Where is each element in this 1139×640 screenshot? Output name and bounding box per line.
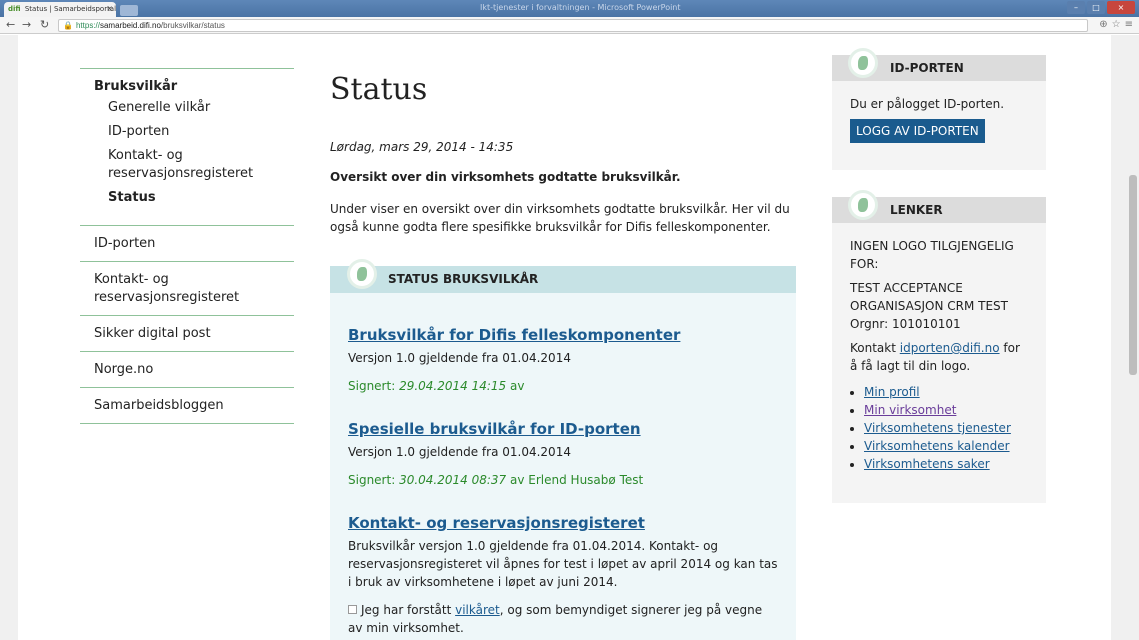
org-name: TEST ACCEPTANCE ORGANISASJON CRM TEST xyxy=(850,281,1008,313)
url-path: /bruksvilkar/status xyxy=(160,21,225,30)
url-host: samarbeid.difi.no xyxy=(99,21,161,30)
terms-link[interactable]: Bruksvilkår for Difis felleskomponenter xyxy=(348,326,778,344)
lock-icon: 🔒 xyxy=(63,21,73,30)
links-body: INGEN LOGO TILGJENGELIG FOR: TEST ACCEPT… xyxy=(832,223,1046,487)
nav-subitem[interactable]: Kontakt- og reservasjonsregisteret xyxy=(94,147,294,183)
browser-toolbar: ← → ↻ 🔒 https://samarbeid.difi.no/bruksvi… xyxy=(0,17,1139,34)
nav-group-bruksvilkar: Bruksvilkår Generelle vilkår ID-porten K… xyxy=(80,69,294,225)
nav-subitem[interactable]: Generelle vilkår xyxy=(94,99,294,117)
status-header: STATUS BRUKSVILKÅR xyxy=(330,259,796,293)
links-header: LENKER xyxy=(832,190,1046,223)
forward-arrow-icon[interactable]: → xyxy=(22,18,31,31)
browser-tab[interactable]: difi Status | Samarbeidsportale × xyxy=(4,2,116,17)
signed-date: 30.04.2014 08:37 xyxy=(399,473,507,487)
nav-subitem[interactable]: ID-porten xyxy=(94,123,294,141)
url-scheme: https:// xyxy=(75,21,100,30)
left-navigation: Bruksvilkår Generelle vilkår ID-porten K… xyxy=(80,68,294,424)
back-arrow-icon[interactable]: ← xyxy=(6,18,15,31)
signed-date: 29.04.2014 14:15 xyxy=(399,379,507,393)
accept-checkbox[interactable] xyxy=(348,605,357,614)
page-title: Status xyxy=(330,72,428,107)
scrollbar-thumb[interactable] xyxy=(1129,175,1137,375)
signed-label: Signert: xyxy=(348,379,396,393)
contact-text: Kontakt idporten@difi.no for å få lagt t… xyxy=(850,339,1028,375)
calendar-link[interactable]: Virksomhetens kalender xyxy=(864,439,1010,453)
divider xyxy=(80,423,294,424)
window-title: Ikt-tjenester i forvaltningen - Microsof… xyxy=(480,3,681,12)
new-tab-button[interactable] xyxy=(120,5,138,16)
window-titlebar: difi Status | Samarbeidsportale × Ikt-tj… xyxy=(0,0,1139,17)
difi-leaf-icon xyxy=(347,259,377,289)
window-controls: – □ × xyxy=(1067,1,1135,14)
tab-close-icon[interactable]: × xyxy=(106,4,113,13)
logout-button[interactable]: LOGG AV ID-PORTEN xyxy=(850,119,985,143)
nav-item[interactable]: Samarbeidsbloggen xyxy=(80,388,294,423)
links-panel: LENKER INGEN LOGO TILGJENGELIG FOR: TEST… xyxy=(832,190,1046,503)
links-list: Min profil Min virksomhet Virksomhetens … xyxy=(864,383,1028,473)
list-item: Min virksomhet xyxy=(864,401,1028,419)
terms-link[interactable]: Kontakt- og reservasjonsregisteret xyxy=(348,514,778,532)
terms-version: Versjon 1.0 gjeldende fra 01.04.2014 xyxy=(348,351,571,365)
organisation-link[interactable]: Min virksomhet xyxy=(864,403,956,417)
close-icon[interactable]: × xyxy=(1107,1,1135,14)
nav-item[interactable]: ID-porten xyxy=(80,226,294,261)
nav-subitem-active[interactable]: Status xyxy=(94,189,294,207)
lead-text: Oversikt over din virksomhets godtatte b… xyxy=(330,170,681,184)
toolbar-icons: ⊕ ☆ ≡ xyxy=(1099,19,1133,30)
intro-text: Under viser en oversikt over din virksom… xyxy=(330,202,790,234)
difi-favicon-icon: difi xyxy=(8,5,21,13)
accept-terms-line: Jeg har forstått vilkåret, og som bemynd… xyxy=(348,601,778,637)
signed-info: Signert: 29.04.2014 14:15 av xyxy=(348,379,778,393)
tab-title: Status | Samarbeidsportale xyxy=(24,5,116,13)
org-number: Orgnr: 101010101 xyxy=(850,317,961,331)
terms-version: Versjon 1.0 gjeldende fra 01.04.2014 xyxy=(348,445,571,459)
nav-item[interactable]: Norge.no xyxy=(80,352,294,387)
contact-pre: Kontakt xyxy=(850,341,900,355)
maximize-icon[interactable]: □ xyxy=(1087,1,1105,14)
signed-by: av xyxy=(510,379,525,393)
list-item: Min profil xyxy=(864,383,1028,401)
list-item: Virksomhetens tjenester xyxy=(864,419,1028,437)
organisation-name: TEST ACCEPTANCE ORGANISASJON CRM TEST Org… xyxy=(850,279,1028,333)
minimize-icon[interactable]: – xyxy=(1067,1,1085,14)
idporten-heading: ID-PORTEN xyxy=(890,61,964,75)
status-heading: STATUS BRUKSVILKÅR xyxy=(388,272,539,286)
scrollbar[interactable] xyxy=(1127,35,1139,640)
reload-icon[interactable]: ↻ xyxy=(40,18,49,31)
profile-link[interactable]: Min profil xyxy=(864,385,920,399)
terms-link[interactable]: Spesielle bruksvilkår for ID-porten xyxy=(348,420,778,438)
list-item: Virksomhetens saker xyxy=(864,455,1028,473)
list-item: Virksomhetens kalender xyxy=(864,437,1028,455)
star-icon[interactable]: ☆ xyxy=(1112,19,1121,30)
date: Lørdag, mars 29, 2014 - 14:35 xyxy=(330,140,514,154)
menu-icon[interactable]: ≡ xyxy=(1125,19,1133,30)
cases-link[interactable]: Virksomhetens saker xyxy=(864,457,990,471)
main-content: Status Lørdag, mars 29, 2014 - 14:35 Ove… xyxy=(330,72,800,236)
address-bar[interactable]: 🔒 https://samarbeid.difi.no/bruksvilkar/s… xyxy=(58,19,1088,32)
nav-group-title[interactable]: Bruksvilkår xyxy=(94,79,294,94)
idporten-panel: ID-PORTEN Du er pålogget ID-porten. LOGG… xyxy=(832,48,1046,170)
signed-label: Signert: xyxy=(348,473,396,487)
nav-item[interactable]: Kontakt- og reservasjonsregisteret xyxy=(80,262,294,315)
terms-version: Bruksvilkår versjon 1.0 gjeldende fra 01… xyxy=(348,539,778,589)
status-panel: STATUS BRUKSVILKÅR Bruksvilkår for Difis… xyxy=(330,259,796,640)
login-status: Du er pålogget ID-porten. xyxy=(850,97,1005,111)
difi-leaf-icon xyxy=(848,190,878,220)
nav-item[interactable]: Sikker digital post xyxy=(80,316,294,351)
idporten-body: Du er pålogget ID-porten. LOGG AV ID-POR… xyxy=(832,81,1046,157)
services-link[interactable]: Virksomhetens tjenester xyxy=(864,421,1011,435)
signed-by: av Erlend Husabø Test xyxy=(510,473,644,487)
signed-info: Signert: 30.04.2014 08:37 av Erlend Husa… xyxy=(348,473,778,487)
terms-inline-link[interactable]: vilkåret xyxy=(455,603,500,617)
difi-leaf-icon xyxy=(848,48,878,78)
no-logo-text: INGEN LOGO TILGJENGELIG FOR: xyxy=(850,239,1014,271)
contact-email-link[interactable]: idporten@difi.no xyxy=(900,341,1000,355)
links-heading: LENKER xyxy=(890,203,943,217)
zoom-icon[interactable]: ⊕ xyxy=(1099,19,1107,30)
checkbox-label: Jeg har forstått xyxy=(361,603,456,617)
idporten-header: ID-PORTEN xyxy=(832,48,1046,81)
